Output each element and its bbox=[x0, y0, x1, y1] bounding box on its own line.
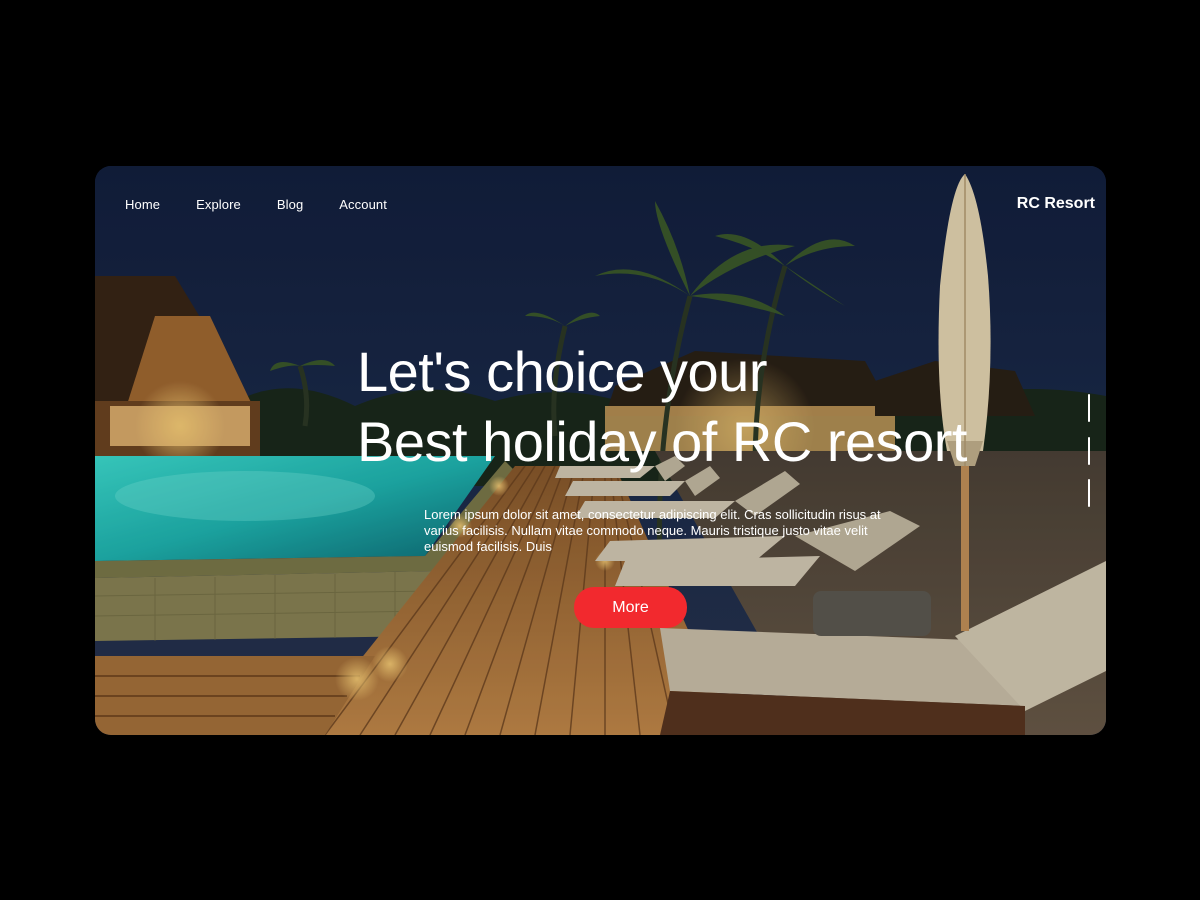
hero-headline-line1: Let's choice your bbox=[357, 340, 767, 403]
nav-item-home[interactable]: Home bbox=[125, 197, 160, 212]
hero-description: Lorem ipsum dolor sit amet, consectetur … bbox=[424, 507, 881, 554]
slider-indicator-3[interactable] bbox=[1088, 479, 1090, 507]
more-button[interactable]: More bbox=[574, 587, 687, 628]
hero-headline: Let's choice your Best holiday of RC res… bbox=[357, 337, 967, 477]
slider-indicator-1[interactable] bbox=[1088, 394, 1090, 422]
nav-item-account[interactable]: Account bbox=[339, 197, 387, 212]
hero-card: Home Explore Blog Account RC Resort Let'… bbox=[95, 166, 1106, 735]
slider-indicator-2[interactable] bbox=[1088, 437, 1090, 465]
hero-headline-line2: Best holiday of RC resort bbox=[357, 410, 967, 473]
nav-item-explore[interactable]: Explore bbox=[196, 197, 241, 212]
nav-item-blog[interactable]: Blog bbox=[277, 197, 303, 212]
main-nav: Home Explore Blog Account bbox=[125, 197, 423, 212]
brand-logo-text[interactable]: RC Resort bbox=[1017, 195, 1095, 213]
